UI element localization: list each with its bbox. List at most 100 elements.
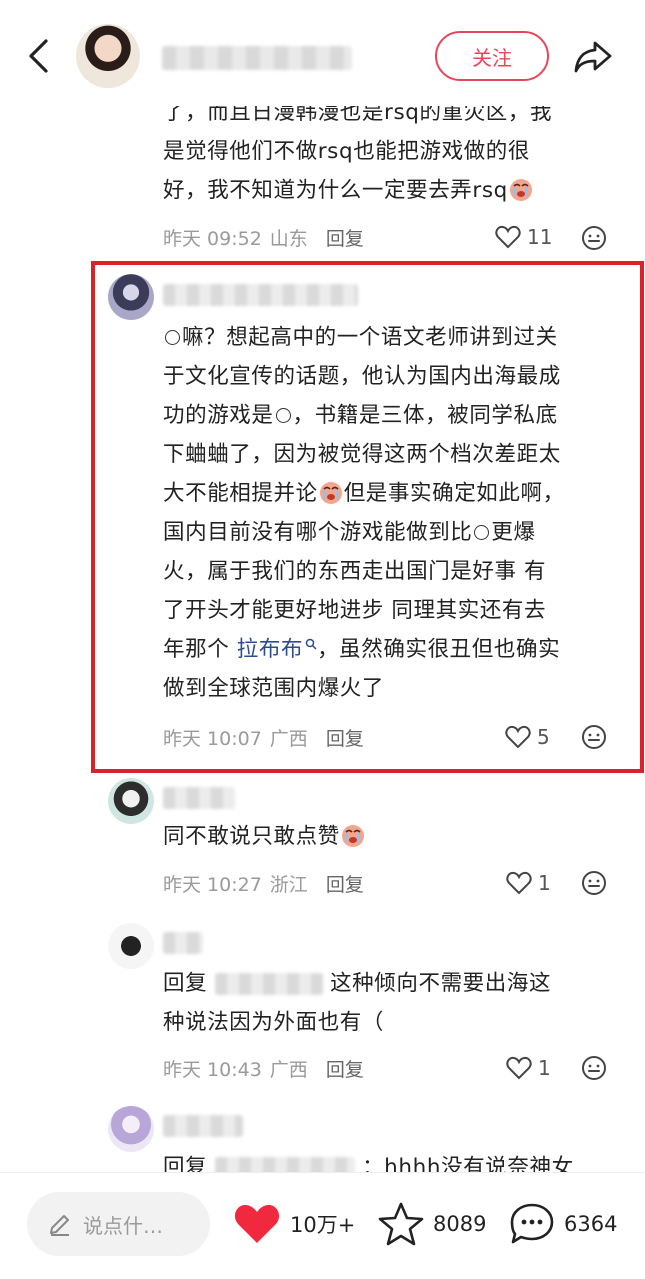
crying-emoji-icon (319, 482, 342, 504)
like-button[interactable]: 5 (505, 722, 550, 752)
comment-text: 了，而且日漫韩漫也是rsq的重灾区，我 是觉得他们不做rsq也能把游戏做的很 好… (163, 93, 633, 210)
reply-button[interactable]: 回复 (326, 224, 364, 251)
post-like-count: 10万+ (290, 1213, 356, 1237)
comment-input[interactable]: 说点什… (27, 1192, 210, 1256)
comment-input-placeholder: 说点什… (83, 1213, 163, 1238)
like-count: 1 (538, 1056, 551, 1080)
comment-line-text: 嘛？想起高中的一个语文老师讲到过关 (182, 325, 558, 350)
follow-button[interactable]: 关注 (435, 31, 549, 81)
post-comment-count: 6364 (564, 1212, 618, 1236)
comment-location: 广西 (269, 1058, 308, 1081)
reply-button[interactable]: 回复 (326, 870, 364, 897)
commenter-name-blurred[interactable] (163, 932, 203, 954)
heart-outline-icon (506, 871, 532, 895)
circle-mark-icon (275, 408, 291, 423)
back-arrow-icon (29, 39, 48, 73)
commenter-avatar[interactable] (108, 923, 154, 969)
comment-line: 是觉得他们不做rsq也能把游戏做的很 (163, 139, 530, 164)
comment-meta: 昨天 09:52 山东 回复 (163, 222, 364, 252)
search-icon[interactable] (305, 638, 317, 650)
comment-line: 年那个 拉布布 ，虽然确实很丑但也确实 (163, 630, 633, 669)
star-icon (378, 1202, 424, 1246)
comment-meta: 昨天 10:07 广西 回复 (163, 722, 364, 752)
bottom-action-bar: 说点什… 10万+ 8089 6364 (0, 1172, 645, 1279)
heart-outline-icon (505, 725, 531, 749)
comment-location: 山东 (269, 227, 308, 250)
comment-line: 于文化宣传的话题，他认为国内出海最成 (163, 364, 561, 389)
search-keyword-link[interactable]: 拉布布 (237, 637, 303, 662)
back-button[interactable] (18, 36, 58, 76)
top-nav-bar: 关注 (0, 0, 645, 106)
comment-meta: 昨天 10:43 广西 回复 (163, 1053, 364, 1083)
emoji-face-icon[interactable] (581, 1055, 607, 1081)
commenter-name-blurred[interactable] (163, 787, 235, 809)
like-post-button[interactable]: 10万+ (232, 1199, 355, 1249)
share-icon (574, 41, 612, 73)
reply-button[interactable]: 回复 (326, 724, 364, 751)
like-button[interactable]: 1 (506, 868, 551, 898)
comment-line-text: 大不能相提并论 (163, 481, 318, 506)
pencil-icon (50, 1215, 69, 1236)
comment-time: 昨天 10:43 (163, 1058, 262, 1081)
like-button[interactable]: 1 (506, 1053, 551, 1083)
comments-button[interactable]: 6364 (508, 1199, 617, 1249)
comment-line: 功的游戏是 ，书籍是三体，被同学私底 (163, 396, 633, 435)
reply-target-blurred[interactable] (214, 973, 323, 995)
like-count: 5 (537, 725, 550, 749)
comment-line-text: 年那个 (163, 637, 237, 662)
comment-line: 做到全球范围内爆火了 (163, 676, 385, 701)
comment-line: 火，属于我们的东西走出国门是好事 有 (163, 559, 547, 584)
comment-location: 广西 (269, 727, 308, 750)
emoji-face-icon[interactable] (581, 225, 607, 251)
comment-line-text: 但是事实确定如此啊， (343, 481, 565, 506)
like-button[interactable]: 11 (495, 222, 552, 252)
comment-line: 大不能相提并论 但是事实确定如此啊， (163, 474, 633, 513)
comment-line-text: 功的游戏是 (163, 403, 274, 428)
comment-line-text: 好，我不知道为什么一定要去弄rsq (163, 178, 508, 203)
circle-mark-icon (165, 330, 180, 345)
comment-line: 好，我不知道为什么一定要去弄rsq (163, 171, 633, 210)
crying-emoji-icon (341, 825, 364, 847)
comment-line: 国内目前没有哪个游戏能做到比 更爆 (163, 513, 633, 552)
reply-button[interactable]: 回复 (326, 1055, 364, 1082)
favorite-button[interactable]: 8089 (377, 1199, 486, 1249)
comment-line: 下蛐蛐了，因为被觉得这两个档次差距太 (163, 442, 561, 467)
comment-line-text: 国内目前没有哪个游戏能做到比 (163, 520, 473, 545)
comment-line-text: ，书籍是三体，被同学私底 (292, 403, 558, 428)
crying-emoji-icon (509, 179, 532, 201)
comment-meta: 昨天 10:27 浙江 回复 (163, 868, 364, 898)
commenter-avatar[interactable] (108, 1106, 154, 1152)
commenter-avatar[interactable] (108, 274, 154, 320)
comment-line-text: 同不敢说只敢点赞 (163, 824, 340, 849)
like-count: 11 (527, 225, 553, 249)
comment-line-text: 更爆 (491, 520, 536, 545)
comment-time: 昨天 10:27 (163, 873, 262, 896)
comment-line: 同不敢说只敢点赞 (163, 817, 633, 856)
commenter-avatar[interactable] (108, 778, 154, 824)
share-button[interactable] (571, 37, 615, 77)
emoji-face-icon[interactable] (581, 724, 607, 750)
heart-outline-icon (506, 1056, 532, 1080)
comment-time: 昨天 10:07 (163, 727, 262, 750)
like-count: 1 (538, 871, 551, 895)
heart-outline-icon (495, 225, 521, 249)
commenter-name-blurred[interactable] (163, 1115, 243, 1137)
author-name-blurred[interactable] (162, 46, 352, 70)
comment-line-text: 这种倾向不需要出海这 (330, 971, 552, 996)
comment-bubble-icon (510, 1203, 554, 1244)
heart-filled-icon (234, 1204, 280, 1243)
commenter-name-blurred[interactable] (163, 284, 358, 306)
comment-line: 种说法因为外面也有（ (163, 1010, 385, 1035)
comment-text: 同不敢说只敢点赞 (163, 817, 633, 856)
comment-line: 了开头才能更好地进步 同理其实还有去 (163, 598, 547, 623)
emoji-face-icon[interactable] (581, 870, 607, 896)
comment-line: 嘛？想起高中的一个语文老师讲到过关 (163, 318, 633, 357)
comment-text: 回复 这种倾向不需要出海这 种说法因为外面也有（ (163, 964, 633, 1042)
comment-line-text: ，虽然确实很丑但也确实 (317, 637, 561, 662)
author-avatar[interactable] (76, 24, 140, 88)
reply-prefix: 回复 (163, 971, 208, 996)
circle-mark-icon (474, 525, 490, 540)
comment-location: 浙江 (269, 873, 308, 896)
post-favorite-count: 8089 (433, 1212, 487, 1236)
comment-text: 嘛？想起高中的一个语文老师讲到过关 于文化宣传的话题，他认为国内出海最成 功的游… (163, 318, 633, 708)
